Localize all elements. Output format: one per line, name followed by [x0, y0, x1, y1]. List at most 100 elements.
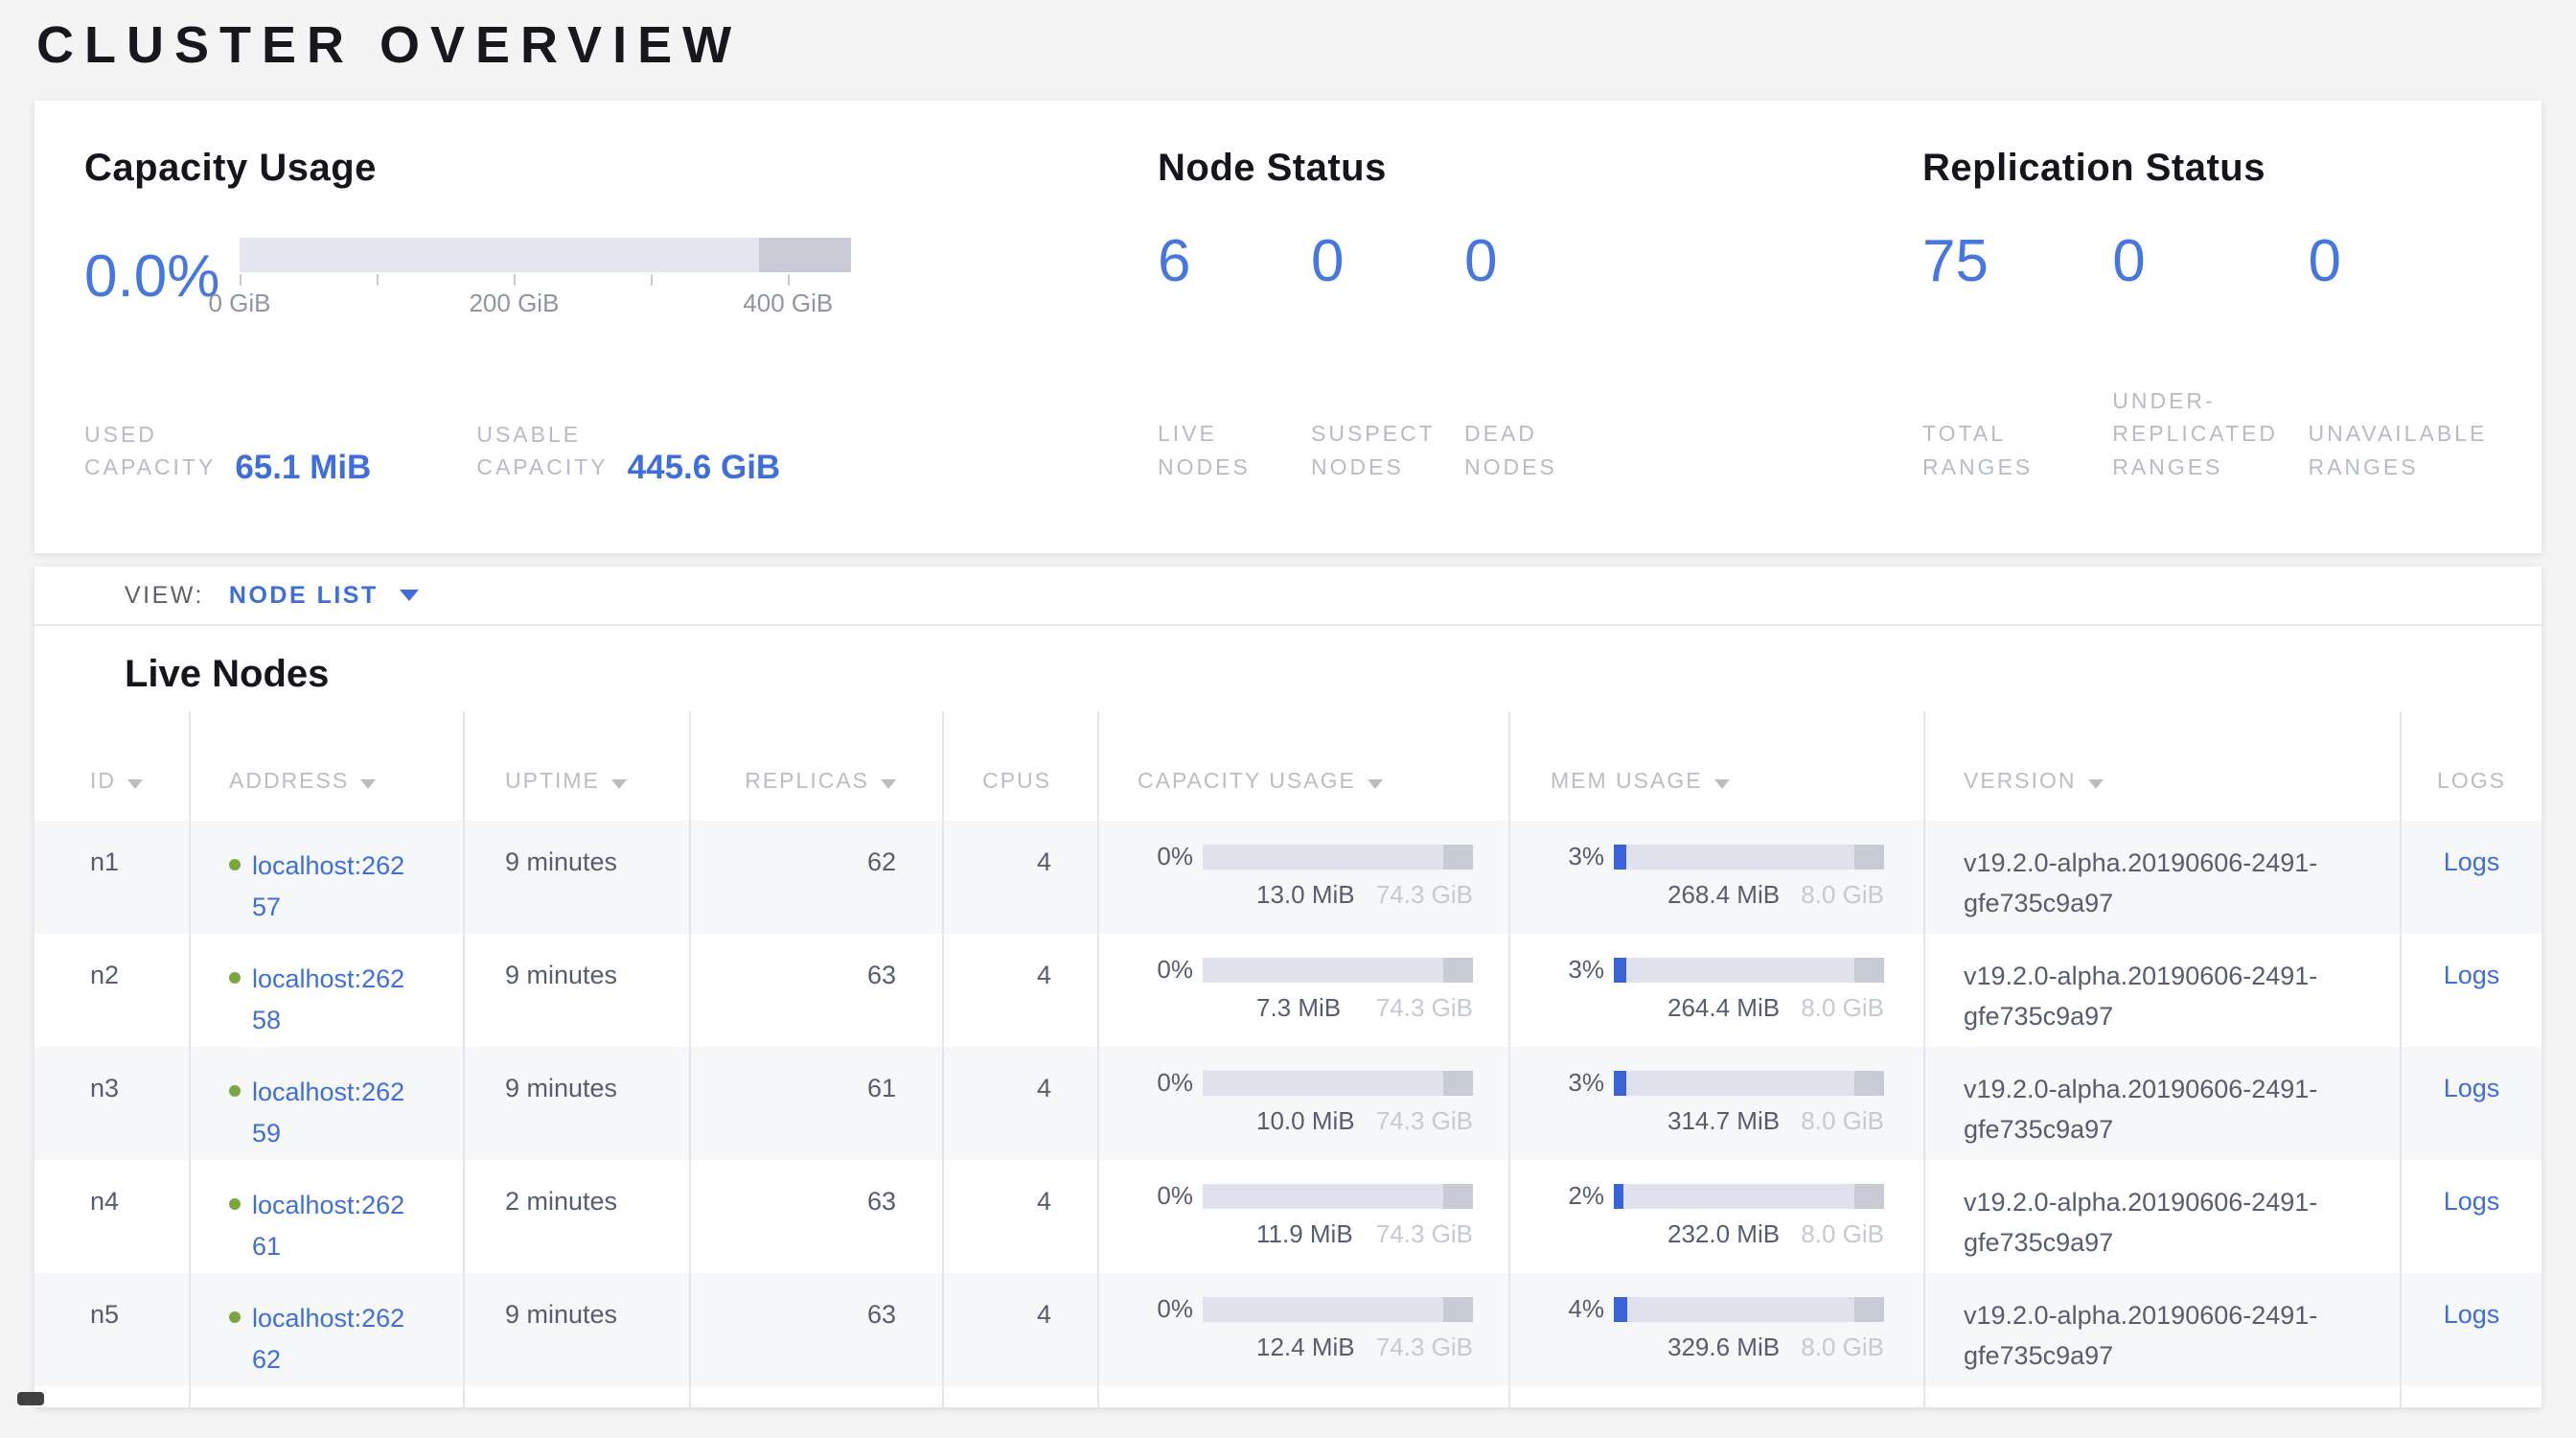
suspect-nodes-stat: 0 SUSPECT NODES [1311, 232, 1436, 483]
node-replicas: 63 [689, 934, 942, 1047]
sort-icon [1714, 779, 1730, 789]
capacity-meter [1203, 958, 1473, 983]
node-list-card: VIEW: NODE LIST Live Nodes ID ADDRESS UP… [34, 567, 2542, 1407]
capacity-axis-labels: 0 GiB 200 GiB 400 GiB [240, 289, 851, 319]
logs-link[interactable]: Logs [2444, 1300, 2500, 1329]
unavailable-ranges-stat: 0 UNAVAILABLE RANGES [2308, 232, 2536, 483]
node-status-title: Node Status [1158, 147, 1867, 190]
scrollbar-thumb[interactable] [17, 1392, 44, 1405]
node-cpus: 4 [942, 934, 1097, 1047]
node-logs-cell: Logs [2400, 1273, 2542, 1386]
table-row: n2 localhost:26258 9 minutes 63 4 0% 7.3… [34, 934, 2542, 1047]
view-dropdown[interactable]: NODE LIST [229, 582, 379, 610]
table-body: n1 localhost:26257 9 minutes 62 4 0% 13.… [34, 821, 2542, 1407]
logs-link[interactable]: Logs [2444, 847, 2500, 876]
live-status-icon [229, 1198, 241, 1210]
used-capacity-label: USED CAPACITY [84, 419, 216, 483]
live-nodes-label: LIVE NODES [1158, 417, 1282, 483]
summary-card: Capacity Usage 0.0% 0 GiB 200 GiB 400 Gi… [34, 101, 2542, 553]
node-mem-usage: 3% 314.7 MiB 8.0 GiB [1508, 1047, 1923, 1160]
node-version: v19.2.0-alpha.20190606-2491-gfe735c9a97 [1923, 1273, 2400, 1386]
node-id: n3 [34, 1047, 189, 1160]
node-id: n1 [34, 821, 189, 934]
total-ranges-stat: 75 TOTAL RANGES [1922, 232, 2083, 483]
sort-icon [127, 779, 143, 789]
node-address-link[interactable]: localhost:26258 [229, 959, 413, 1041]
capacity-usage-panel: Capacity Usage 0.0% 0 GiB 200 GiB 400 Gi… [84, 147, 1100, 483]
column-header-capacity-usage[interactable]: CAPACITY USAGE [1097, 711, 1508, 821]
node-capacity-usage: 0% 11.9 MiB 74.3 GiB [1097, 1160, 1508, 1273]
capacity-bar [240, 238, 851, 272]
sort-icon [1368, 779, 1383, 789]
node-logs-cell: Logs [2400, 934, 2542, 1047]
column-header-address[interactable]: ADDRESS [189, 711, 463, 821]
column-header-version[interactable]: VERSION [1923, 711, 2400, 821]
node-address-link[interactable]: localhost:26262 [229, 1298, 413, 1380]
node-mem-usage: 2% 232.0 MiB 8.0 GiB [1508, 1160, 1923, 1273]
live-nodes-title: Live Nodes [125, 653, 2542, 696]
node-version: v19.2.0-alpha.20190606-2491-gfe735c9a97 [1923, 1047, 2400, 1160]
node-mem-usage: 3% 264.4 MiB 8.0 GiB [1508, 934, 1923, 1047]
capacity-usage-title: Capacity Usage [84, 147, 1100, 190]
node-mem-usage: 3% 268.4 MiB 8.0 GiB [1508, 821, 1923, 934]
node-cpus: 4 [942, 1160, 1097, 1273]
node-address-cell: localhost:26259 [189, 1047, 463, 1160]
column-header-logs: LOGS [2400, 711, 2542, 821]
under-replicated-ranges-value: 0 [2112, 232, 2279, 291]
column-header-id[interactable]: ID [34, 711, 189, 821]
node-uptime: 9 minutes [463, 1273, 689, 1386]
column-header-replicas[interactable]: REPLICAS [689, 711, 942, 821]
node-address-cell: localhost:26261 [189, 1160, 463, 1273]
suspect-nodes-label: SUSPECT NODES [1311, 417, 1436, 483]
capacity-meter [1203, 1184, 1473, 1209]
node-id: n2 [34, 934, 189, 1047]
node-mem-usage: 4% 329.6 MiB 8.0 GiB [1508, 1273, 1923, 1386]
logs-link[interactable]: Logs [2444, 961, 2500, 989]
live-nodes-value: 6 [1158, 232, 1282, 291]
column-header-mem-usage[interactable]: MEM USAGE [1508, 711, 1923, 821]
used-capacity-value: 65.1 MiB [235, 451, 371, 486]
view-bar: VIEW: NODE LIST [34, 567, 2542, 626]
mem-meter [1614, 845, 1884, 870]
column-header-cpus: CPUS [942, 711, 1097, 821]
replication-status-title: Replication Status [1922, 147, 2536, 190]
node-logs-cell: Logs [2400, 1047, 2542, 1160]
mem-meter [1614, 958, 1884, 983]
capacity-bar-dark-segment [759, 238, 851, 272]
node-address-link[interactable]: localhost:26257 [229, 846, 413, 928]
live-status-icon [229, 1085, 241, 1097]
usable-capacity-label: USABLE CAPACITY [476, 419, 608, 483]
live-status-icon [229, 972, 241, 984]
live-nodes-stat: 6 LIVE NODES [1158, 232, 1282, 483]
node-address-cell: localhost:26262 [189, 1273, 463, 1386]
table-row: n3 localhost:26259 9 minutes 61 4 0% 10.… [34, 1047, 2542, 1160]
node-version: v19.2.0-alpha.20190606-2491-gfe735c9a97 [1923, 1160, 2400, 1273]
column-header-uptime[interactable]: UPTIME [463, 711, 689, 821]
logs-link[interactable]: Logs [2444, 1187, 2500, 1216]
node-uptime: 9 minutes [463, 821, 689, 934]
mem-meter [1614, 1071, 1884, 1096]
dead-nodes-stat: 0 DEAD NODES [1464, 232, 1608, 483]
node-cpus: 4 [942, 1273, 1097, 1386]
logs-link[interactable]: Logs [2444, 1074, 2500, 1102]
unavailable-ranges-value: 0 [2308, 232, 2536, 291]
total-ranges-label: TOTAL RANGES [1922, 417, 2083, 483]
node-replicas: 63 [689, 1273, 942, 1386]
node-capacity-usage: 0% 10.0 MiB 74.3 GiB [1097, 1047, 1508, 1160]
sort-icon [360, 779, 376, 789]
node-capacity-usage: 0% 12.4 MiB 74.3 GiB [1097, 1273, 1508, 1386]
axis-label-0: 0 GiB [208, 289, 270, 318]
node-address-link[interactable]: localhost:26261 [229, 1185, 413, 1267]
under-replicated-ranges-stat: 0 UNDER-REPLICATED RANGES [2112, 232, 2279, 483]
chevron-down-icon[interactable] [400, 590, 419, 601]
capacity-axis-ticks [240, 272, 851, 287]
node-address-cell: localhost:26258 [189, 934, 463, 1047]
node-id: n5 [34, 1273, 189, 1386]
node-replicas: 63 [689, 1160, 942, 1273]
axis-label-200: 200 GiB [469, 289, 559, 318]
node-logs-cell: Logs [2400, 1160, 2542, 1273]
node-capacity-usage: 0% 13.0 MiB 74.3 GiB [1097, 821, 1508, 934]
node-address-link[interactable]: localhost:26259 [229, 1072, 413, 1154]
node-cpus: 4 [942, 1047, 1097, 1160]
table-row-partial [34, 1386, 2542, 1407]
